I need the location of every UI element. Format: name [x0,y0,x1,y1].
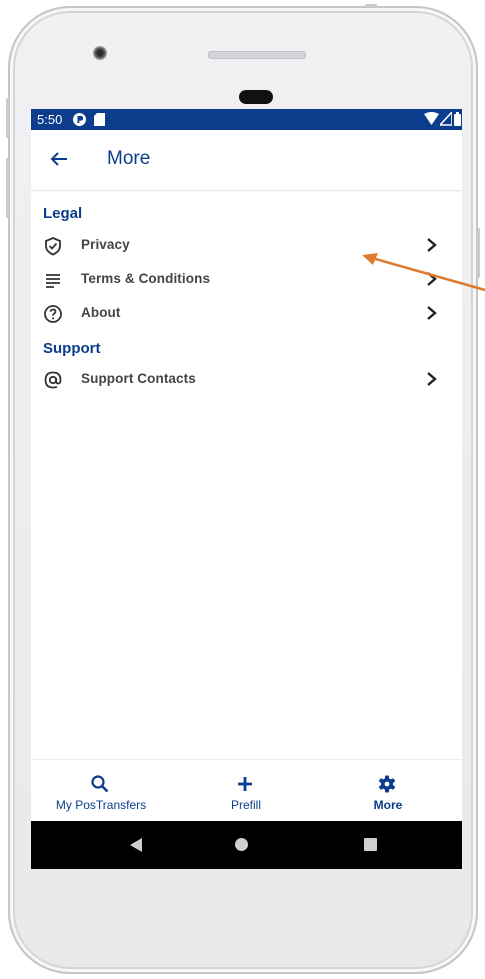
search-icon [91,775,109,793]
bottom-navigation: My PosTransfers Prefill More [31,759,462,822]
back-arrow-icon[interactable] [47,147,71,171]
sd-card-icon [94,113,105,126]
system-recents-icon[interactable] [364,838,377,851]
notification-icon [73,113,86,126]
app-bar: More [31,130,462,190]
section-title-support: Support [43,340,101,357]
shield-check-icon [45,237,61,256]
tab-more[interactable]: More [318,760,458,822]
proximity-sensor [239,90,273,104]
tab-label: My PosTransfers [55,798,147,812]
system-navigation-bar [31,821,462,869]
list-item-label: Terms & Conditions [81,271,211,286]
chevron-right-icon [427,306,437,320]
battery-icon [454,112,461,126]
list-item-label: Privacy [81,237,130,252]
volume-button [6,98,9,138]
lines-icon [46,274,60,288]
annotation-arrow-icon [362,253,485,292]
tab-prefill[interactable]: Prefill [176,760,316,822]
page-title: More [107,148,151,169]
list-item-label: Support Contacts [81,371,196,386]
phone-screen: 5:50 More Legal Privacy Terms & Conditio… [31,109,462,869]
status-time: 5:50 [37,112,63,127]
wifi-icon [424,112,439,125]
section-title-legal: Legal [43,205,83,222]
tab-label: More [373,798,403,812]
signal-icon [440,112,452,126]
earpiece-speaker [208,51,306,59]
status-bar: 5:50 [31,109,462,130]
list-item-about[interactable]: About [31,297,462,329]
list-item-support-contacts[interactable]: Support Contacts [31,363,462,395]
top-button [365,4,377,7]
front-camera [93,46,107,60]
question-circle-icon [44,305,62,323]
at-sign-icon [44,371,62,389]
list-item-label: About [81,305,121,320]
tab-my-postransfers[interactable]: My PosTransfers [31,760,171,822]
power-button [6,158,9,218]
tab-label: Prefill [230,798,261,812]
chevron-right-icon [427,372,437,386]
gear-icon [379,775,395,793]
system-home-icon[interactable] [235,838,248,851]
plus-icon [238,777,252,791]
system-back-icon[interactable] [129,837,143,853]
